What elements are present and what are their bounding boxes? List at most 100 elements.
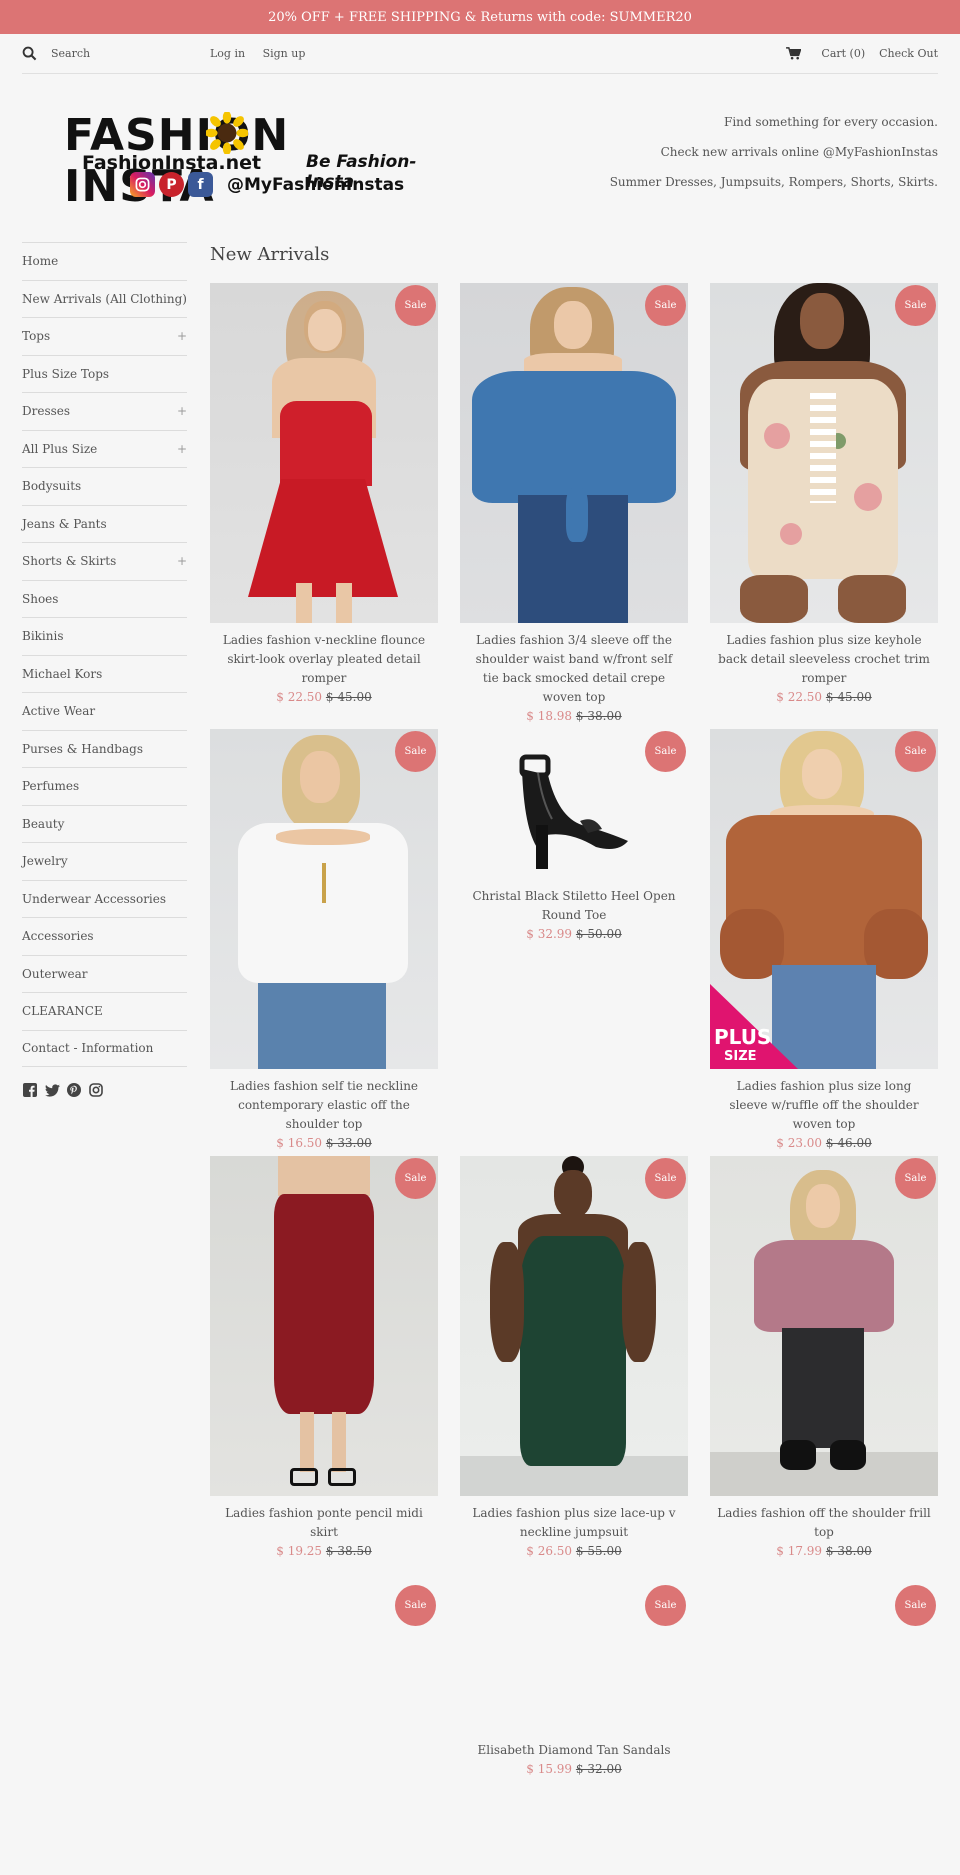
sale-badge: Sale	[895, 1158, 936, 1199]
original-price: $ 38.00	[575, 709, 622, 723]
product-card[interactable]: Sale Ladies fashion ponte pencil midi sk…	[210, 1156, 438, 1561]
product-card[interactable]: Sale Elisabeth Diamond Tan Sandals $ 15.…	[460, 1583, 688, 1779]
social-links	[22, 1082, 110, 1098]
sale-badge: Sale	[645, 1585, 686, 1626]
sidebar-item-clearance[interactable]: CLEARANCE	[22, 992, 187, 1030]
sidebar-item-active-wear[interactable]: Active Wear	[22, 692, 187, 730]
product-card[interactable]: Sale	[710, 1583, 938, 1741]
search-icon	[22, 46, 37, 61]
product-card[interactable]: Sale Ladies fashion plus size lace-up v …	[460, 1156, 688, 1561]
twitter-icon[interactable]	[44, 1082, 60, 1098]
signup-link[interactable]: Sign up	[263, 47, 306, 60]
checkout-link[interactable]: Check Out	[879, 47, 938, 60]
product-name[interactable]: Christal Black Stiletto Heel Open Round …	[460, 887, 688, 925]
sale-badge: Sale	[395, 731, 436, 772]
sidebar-item-bodysuits[interactable]: Bodysuits	[22, 467, 187, 505]
sidebar-item-beauty[interactable]: Beauty	[22, 804, 187, 843]
site-logo[interactable]: FASHION INSTA FashionInsta.net Be Fashio…	[64, 110, 436, 212]
expand-icon[interactable]: +	[177, 404, 187, 418]
product-name[interactable]: Ladies fashion v-neckline flounce skirt-…	[210, 631, 438, 688]
product-name[interactable]: Ladies fashion plus size long sleeve w/r…	[710, 1077, 938, 1134]
sidebar-item-shorts-skirts[interactable]: Shorts & Skirts +	[22, 542, 187, 580]
instagram-icon	[130, 172, 155, 197]
sidebar-item-all-plus-size[interactable]: All Plus Size +	[22, 429, 187, 468]
product-image[interactable]: Sale	[460, 1156, 688, 1496]
sidebar-item-accessories[interactable]: Accessories	[22, 917, 187, 955]
section-title: New Arrivals	[210, 244, 330, 265]
sidebar-item-michael-kors[interactable]: Michael Kors	[22, 654, 187, 693]
sale-badge: Sale	[395, 1585, 436, 1626]
promo-banner: 20% OFF + FREE SHIPPING & Returns with c…	[0, 0, 960, 34]
product-card[interactable]: PLUS SIZE Sale Ladies fashion plus size …	[710, 729, 938, 1153]
sidebar-item-shoes[interactable]: Shoes	[22, 579, 187, 618]
plus-size-badge: PLUS	[714, 1025, 772, 1049]
product-card[interactable]: Sale Ladies fashion off the shoulder fri…	[710, 1156, 938, 1561]
product-image[interactable]: Sale	[710, 1156, 938, 1496]
product-image[interactable]: Sale	[710, 283, 938, 623]
sale-badge: Sale	[395, 1158, 436, 1199]
product-name[interactable]: Elisabeth Diamond Tan Sandals	[460, 1741, 688, 1760]
sidebar-item-outerwear[interactable]: Outerwear	[22, 954, 187, 993]
sidebar-item-jeans-pants[interactable]: Jeans & Pants	[22, 504, 187, 543]
product-name[interactable]: Ladies fashion plus size keyhole back de…	[710, 631, 938, 688]
sale-badge: Sale	[645, 1158, 686, 1199]
logo-handle: @MyFashionInstas	[227, 174, 405, 195]
product-name[interactable]: Ladies fashion off the shoulder frill to…	[710, 1504, 938, 1542]
product-price: $ 32.99 $ 50.00	[460, 925, 688, 944]
product-name[interactable]: Ladies fashion 3/4 sleeve off the should…	[460, 631, 688, 707]
sidebar-item-purses[interactable]: Purses & Handbags	[22, 729, 187, 768]
sidebar-item-tops[interactable]: Tops +	[22, 317, 187, 355]
sale-badge: Sale	[395, 285, 436, 326]
sidebar-item-home[interactable]: Home	[22, 242, 187, 280]
sale-price: $ 18.98	[526, 709, 573, 723]
instagram-icon[interactable]	[88, 1082, 104, 1098]
cart-label: Cart (0)	[821, 47, 866, 60]
product-card[interactable]: Sale Christal Black Stiletto Heel Open R…	[460, 729, 688, 944]
sale-price: $ 22.50	[776, 690, 823, 704]
product-card[interactable]: Sale Ladies fashion v-neckline flounce s…	[210, 283, 438, 707]
expand-icon[interactable]: +	[177, 554, 187, 568]
sidebar-item-dresses[interactable]: Dresses +	[22, 392, 187, 430]
cart-link[interactable]: Cart (0)	[786, 47, 865, 60]
product-image[interactable]: Sale	[460, 1583, 688, 1733]
tagline-3: Summer Dresses, Jumpsuits, Rompers, Shor…	[609, 175, 938, 189]
sidebar-item-perfumes[interactable]: Perfumes	[22, 767, 187, 805]
sale-price: $ 17.99	[776, 1544, 823, 1558]
sale-badge: Sale	[645, 731, 686, 772]
sidebar-item-contact[interactable]: Contact - Information	[22, 1029, 187, 1067]
search-placeholder: Search	[51, 47, 91, 60]
product-card[interactable]: Sale	[210, 1583, 438, 1741]
product-price: $ 26.50 $ 55.00	[460, 1542, 688, 1561]
facebook-icon[interactable]	[22, 1082, 38, 1098]
pinterest-icon: P	[159, 172, 184, 197]
sidebar-item-jewelry[interactable]: Jewelry	[22, 842, 187, 880]
product-image[interactable]: Sale	[210, 1583, 438, 1733]
sidebar-item-bikinis[interactable]: Bikinis	[22, 617, 187, 655]
login-link[interactable]: Log in	[210, 47, 245, 60]
product-image[interactable]: Sale	[210, 283, 438, 623]
pinterest-icon[interactable]	[66, 1082, 82, 1098]
product-name[interactable]: Ladies fashion self tie neckline contemp…	[210, 1077, 438, 1134]
original-price: $ 45.00	[325, 690, 372, 704]
product-image[interactable]: Sale	[460, 729, 688, 879]
product-card[interactable]: Sale Ladies fashion self tie neckline co…	[210, 729, 438, 1153]
product-image[interactable]: Sale	[460, 283, 688, 623]
product-card[interactable]: Sale Ladies fashion plus size keyhole ba…	[710, 283, 938, 707]
original-price: $ 32.00	[575, 1762, 622, 1776]
product-image[interactable]: Sale	[710, 1583, 938, 1733]
product-image[interactable]: PLUS SIZE Sale	[710, 729, 938, 1069]
product-name[interactable]: Ladies fashion ponte pencil midi skirt	[210, 1504, 438, 1542]
sidebar-item-underwear[interactable]: Underwear Accessories	[22, 879, 187, 918]
product-name[interactable]: Ladies fashion plus size lace-up v neckl…	[460, 1504, 688, 1542]
sale-price: $ 16.50	[276, 1136, 323, 1150]
expand-icon[interactable]: +	[177, 329, 187, 343]
expand-icon[interactable]: +	[177, 442, 187, 456]
original-price: $ 50.00	[575, 927, 622, 941]
product-image[interactable]: Sale	[210, 1156, 438, 1496]
product-image[interactable]: Sale	[210, 729, 438, 1069]
sidebar-item-plus-size-tops[interactable]: Plus Size Tops	[22, 354, 187, 393]
product-price: $ 22.50 $ 45.00	[210, 688, 438, 707]
search-input[interactable]: Search	[22, 46, 210, 61]
sidebar-item-new-arrivals[interactable]: New Arrivals (All Clothing)	[22, 279, 187, 318]
product-card[interactable]: Sale Ladies fashion 3/4 sleeve off the s…	[460, 283, 688, 726]
